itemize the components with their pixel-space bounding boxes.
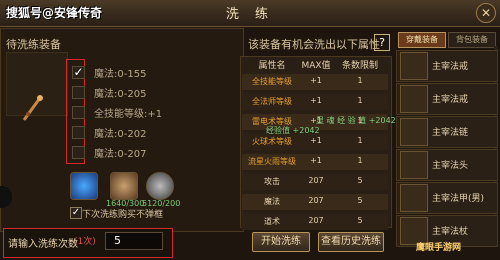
table-cell-limit: 1: [357, 136, 363, 145]
tab-bag-equipment[interactable]: 背包装备: [448, 32, 496, 48]
table-cell-name: 攻击: [264, 177, 280, 186]
table-cell-max: +1: [310, 96, 322, 105]
exp-float-text-2: 经验值 +2042: [266, 126, 320, 135]
attribute-label-2: 魔法:0-205: [94, 89, 147, 100]
table-cell-limit: 1: [357, 96, 363, 105]
table-cell-name: 道术: [264, 217, 280, 226]
help-button[interactable]: ?: [374, 34, 390, 51]
table-cell-max: +1: [310, 76, 322, 85]
close-button[interactable]: ✕: [476, 3, 496, 23]
attribute-label-5: 魔法:0-207: [94, 149, 147, 160]
attribute-label-4: 魔法:0-202: [94, 129, 147, 140]
gear-item-icon: [400, 151, 428, 179]
table-cell-limit: 5: [357, 216, 363, 225]
table-cell-name: 流星火雨等级: [248, 157, 296, 166]
refine-count-hint: (1次): [74, 237, 96, 247]
table-cell-max: +1: [310, 156, 322, 165]
table-cell-max: +1: [310, 136, 322, 145]
table-cell-limit: 1: [357, 156, 363, 165]
tab-worn-equipment[interactable]: 穿戴装备: [398, 32, 446, 48]
attribute-checkbox-5[interactable]: [72, 146, 85, 159]
table-cell-name: 全技能等级: [252, 77, 292, 86]
start-refine-button[interactable]: 开始洗练: [252, 232, 310, 252]
gear-item-name: 主宰法戒: [432, 62, 469, 72]
gear-item-icon: [400, 52, 428, 80]
table-cell-name: 魔法: [264, 197, 280, 206]
refine-count-input[interactable]: 5: [105, 232, 163, 250]
table-cell-max: 207: [308, 216, 324, 225]
attribute-checkbox-1[interactable]: ✓: [72, 66, 85, 79]
view-history-button[interactable]: 查看历史洗练: [318, 232, 384, 252]
refine-count-label: 请输入洗练次数: [8, 239, 78, 250]
table-header-limit: 条数限制: [341, 61, 378, 71]
gear-item-name: 主宰法戒: [432, 95, 469, 105]
possible-attributes-heading: 该装备有机会洗出以下属性: [248, 38, 380, 51]
staff-icon: [20, 94, 44, 122]
dragon-medal-icon[interactable]: [146, 172, 174, 200]
attribute-label-1: 魔法:0-155: [94, 69, 147, 80]
table-cell-max: 207: [308, 196, 324, 205]
feather-icon[interactable]: [110, 172, 138, 200]
footer-watermark: 鹰眼手游网: [416, 243, 462, 253]
table-cell-limit: 1: [357, 76, 363, 85]
blue-crystal-icon[interactable]: [70, 172, 98, 200]
auto-buy-checkbox[interactable]: ✓: [70, 207, 82, 219]
table-cell-limit: 5: [357, 196, 363, 205]
attribute-label-3: 全技能等级:+1: [94, 109, 163, 120]
gear-item-icon: [400, 118, 428, 146]
exp-float-text-1: 显 魂 经 验 值 +2042: [316, 116, 396, 125]
table-cell-max: 207: [308, 176, 324, 185]
gear-item-name: 主宰法链: [432, 128, 469, 138]
watermark-text: 搜狐号@安锋传奇: [6, 6, 103, 20]
table-header-name: 属性名: [258, 61, 286, 71]
gear-item-name: 主宰法杖: [432, 227, 469, 237]
attribute-checkbox-3[interactable]: [72, 106, 85, 119]
gear-item-icon: [400, 184, 428, 212]
gear-item-name: 主宰法头: [432, 161, 469, 171]
auto-buy-label: 下次洗练购买不弹框: [82, 210, 164, 220]
gear-item-icon: [400, 85, 428, 113]
attribute-checkbox-4[interactable]: [72, 126, 85, 139]
table-header-max: MAX值: [301, 61, 331, 71]
attribute-checkbox-2[interactable]: [72, 86, 85, 99]
table-cell-limit: 5: [357, 176, 363, 185]
pending-equipment-heading: 待洗练装备: [6, 38, 61, 51]
table-cell-name: 全法师等级: [252, 97, 292, 106]
gear-item-name: 主宰法甲(男): [432, 194, 485, 204]
table-cell-name: 火球术等级: [252, 137, 292, 146]
